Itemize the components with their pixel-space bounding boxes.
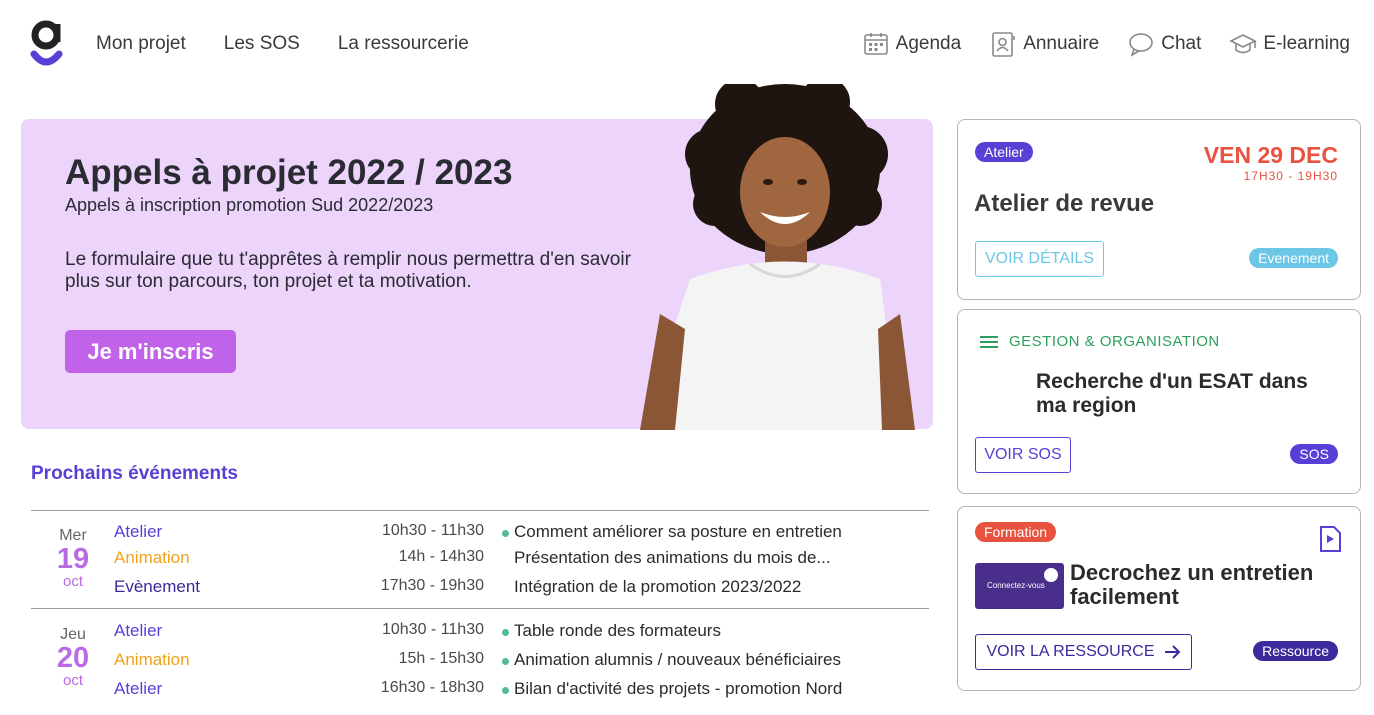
event-date: VEN 29 DEC <box>1203 142 1338 168</box>
thumbnail-text: Connectez-vous <box>987 581 1045 590</box>
top-navbar: Mon projet Les SOS La ressourcerie Agend… <box>0 0 1374 90</box>
resource-thumbnail: Connectez-vous <box>975 563 1064 609</box>
graduation-cap-icon <box>1229 34 1258 54</box>
event-type: Animation <box>114 548 190 567</box>
event-description: Présentation des animations du mois de..… <box>514 548 831 567</box>
contact-card-icon <box>992 32 1015 57</box>
event-card: Atelier VEN 29 DEC 17H30 - 19H30 Atelier… <box>957 119 1361 300</box>
event-row[interactable]: Evènement 17h30 - 19h30 Intégration de l… <box>114 577 929 601</box>
events-day-block: Jeu 20 oct Atelier 10h30 - 11h30 Table r… <box>31 608 929 708</box>
nav-elearning[interactable]: E-learning <box>1229 30 1350 58</box>
event-time: 14h - 14h30 <box>398 548 484 565</box>
hero-person-image <box>640 84 915 430</box>
day-month: oct <box>62 672 83 689</box>
day-number: 19 <box>56 543 90 575</box>
event-time: 17h30 - 19h30 <box>380 577 484 594</box>
register-button[interactable]: Je m'inscris <box>65 330 236 373</box>
nav-les-sos[interactable]: Les SOS <box>224 33 300 55</box>
sos-card: GESTION & ORGANISATION Recherche d'un ES… <box>957 309 1361 494</box>
event-row[interactable]: Atelier 10h30 - 11h30 Table ronde des fo… <box>114 621 929 645</box>
resource-tag: Ressource <box>1253 641 1338 661</box>
sos-card-title: Recherche d'un ESAT dans ma region <box>1036 370 1308 417</box>
event-status-dot <box>502 687 509 694</box>
sos-tag: SOS <box>1290 444 1338 464</box>
event-time: 16h30 - 18h30 <box>380 679 484 696</box>
arrow-right-icon <box>1164 645 1180 659</box>
event-status-dot <box>502 530 509 537</box>
view-resource-label: VOIR LA RESSOURCE <box>986 643 1155 660</box>
nav-chat[interactable]: Chat <box>1127 30 1201 58</box>
nav-ressourcerie[interactable]: La ressourcerie <box>338 33 469 55</box>
event-description: Intégration de la promotion 2023/2022 <box>514 577 802 596</box>
hero-subtitle: Appels à inscription promotion Sud 2022/… <box>65 195 434 215</box>
day-month: oct <box>62 573 83 590</box>
app-logo[interactable] <box>30 20 64 70</box>
nav-mon-projet[interactable]: Mon projet <box>96 33 186 55</box>
resource-card-title: Decrochez un entretien facilement <box>1070 560 1314 609</box>
event-type-badge: Atelier <box>975 142 1033 162</box>
view-sos-button[interactable]: VOIR SOS <box>975 437 1071 473</box>
event-type: Animation <box>114 650 190 669</box>
event-time: 15h - 15h30 <box>398 650 484 667</box>
event-type: Evènement <box>114 577 200 596</box>
event-row[interactable]: Animation 15h - 15h30 Animation alumnis … <box>114 650 929 674</box>
event-description: Animation alumnis / nouveaux bénéficiair… <box>514 650 841 669</box>
event-time: 10h30 - 11h30 <box>381 522 484 539</box>
event-card-title: Atelier de revue <box>974 190 1155 217</box>
event-type: Atelier <box>114 621 163 640</box>
events-day-block: Mer 19 oct Atelier 10h30 - 11h30 Comment… <box>31 510 929 608</box>
nav-agenda[interactable]: Agenda <box>862 30 962 58</box>
hero-description: Le formulaire que tu t'apprêtes à rempli… <box>65 249 631 292</box>
day-date: Jeu 20 oct <box>31 626 115 689</box>
sos-category-label: GESTION & ORGANISATION <box>1009 333 1220 350</box>
view-resource-button[interactable]: VOIR LA RESSOURCE <box>975 634 1192 670</box>
day-date: Mer 19 oct <box>31 527 115 590</box>
upcoming-events-title: Prochains événements <box>31 463 238 484</box>
event-tag: Evenement <box>1249 248 1338 268</box>
menu-lines-icon <box>980 335 998 348</box>
secondary-nav: Agenda Annuaire Chat E-learning <box>862 30 1350 58</box>
event-description: Comment améliorer sa posture en entretie… <box>514 522 842 541</box>
main-nav: Mon projet Les SOS La ressourcerie <box>96 33 469 55</box>
event-description: Table ronde des formateurs <box>514 621 721 640</box>
resource-type-badge: Formation <box>975 522 1057 542</box>
event-description: Bilan d'activité des projets - promotion… <box>514 679 843 698</box>
event-type: Atelier <box>114 522 163 541</box>
view-details-button[interactable]: VOIR DÉTAILS <box>975 241 1104 277</box>
nav-annuaire[interactable]: Annuaire <box>989 30 1099 58</box>
resource-card: Formation Connectez-vous Decrochez un en… <box>957 506 1361 691</box>
sos-category: GESTION & ORGANISATION <box>980 333 1220 350</box>
event-time: 10h30 - 11h30 <box>381 621 484 638</box>
event-status-dot <box>502 658 509 665</box>
event-type: Atelier <box>114 679 163 698</box>
event-row[interactable]: Atelier 16h30 - 18h30 Bilan d'activité d… <box>114 679 929 703</box>
day-number: 20 <box>56 642 90 674</box>
nav-chat-label: Chat <box>1161 33 1202 54</box>
calendar-icon <box>863 33 888 55</box>
chat-bubble-icon <box>1129 33 1154 57</box>
nav-annuaire-label: Annuaire <box>1023 33 1100 54</box>
event-row[interactable]: Atelier 10h30 - 11h30 Comment améliorer … <box>114 522 929 546</box>
hero-title: Appels à projet 2022 / 2023 <box>65 153 513 192</box>
nav-agenda-label: Agenda <box>895 33 962 54</box>
event-status-dot <box>502 629 509 636</box>
event-time-range: 17H30 - 19H30 <box>1243 169 1338 183</box>
thumbnail-badge-icon <box>1044 568 1058 582</box>
event-row[interactable]: Animation 14h - 14h30 Présentation des a… <box>114 548 929 572</box>
video-file-icon[interactable] <box>1318 525 1342 553</box>
nav-elearning-label: E-learning <box>1263 33 1350 54</box>
